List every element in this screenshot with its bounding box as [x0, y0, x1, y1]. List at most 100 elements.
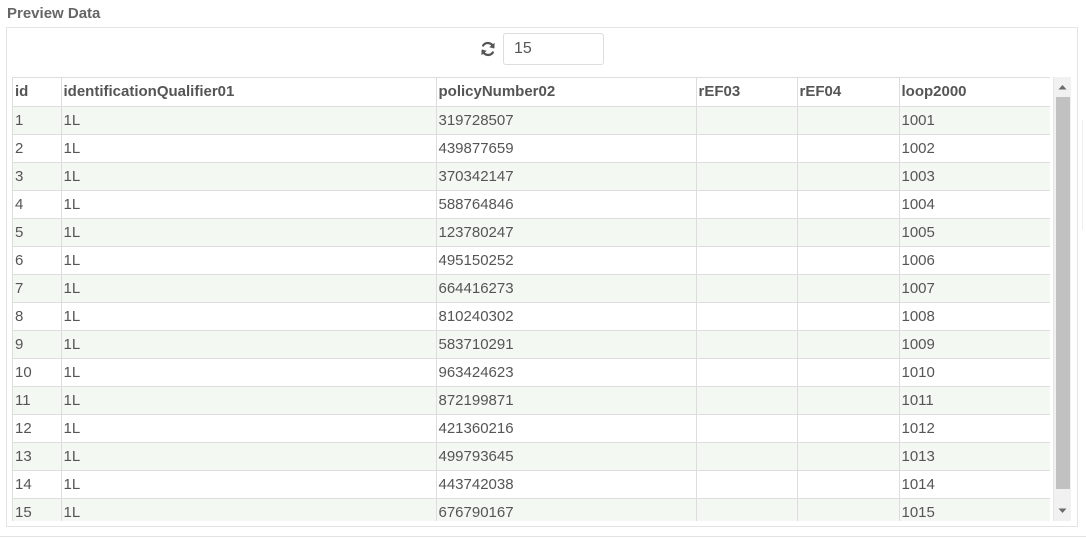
table-cell-loop2000: 1010	[899, 358, 1050, 387]
table-cell-id: 5	[13, 218, 62, 247]
table-cell-policyNumber02: 810240302	[436, 302, 697, 331]
table-row[interactable]: 4 1L 588764846 1004	[13, 190, 1050, 219]
table-cell-rEF03	[696, 442, 798, 471]
table-cell-loop2000: 1008	[899, 302, 1050, 331]
table-cell-policyNumber02: 319728507	[436, 106, 697, 135]
column-header-rEF03[interactable]: rEF03	[696, 78, 798, 107]
table-cell-identificationQualifier01: 1L	[61, 414, 437, 443]
table-cell-rEF04	[797, 274, 900, 303]
table-cell-policyNumber02: 370342147	[436, 162, 697, 191]
table-cell-rEF04	[797, 302, 900, 331]
table-cell-identificationQualifier01: 1L	[61, 330, 437, 359]
header-row: id identificationQualifier01 policyNumber0…	[13, 78, 1050, 107]
scroll-up-icon[interactable]	[1054, 79, 1071, 96]
vertical-scrollbar[interactable]	[1053, 77, 1071, 521]
table-cell-rEF03	[696, 246, 798, 275]
column-header-rEF04[interactable]: rEF04	[797, 78, 900, 107]
table-cell-id: 2	[13, 134, 62, 163]
table-cell-loop2000: 1015	[899, 498, 1050, 521]
table-cell-policyNumber02: 421360216	[436, 414, 697, 443]
table-cell-identificationQualifier01: 1L	[61, 442, 437, 471]
data-grid: id identificationQualifier01 policyNumber0…	[12, 77, 1050, 521]
table-row[interactable]: 6 1L 495150252 1006	[13, 246, 1050, 275]
table-cell-identificationQualifier01: 1L	[61, 134, 437, 163]
table-cell-identificationQualifier01: 1L	[61, 106, 437, 135]
column-header-policyNumber02[interactable]: policyNumber02	[436, 78, 697, 107]
row-limit-input[interactable]	[503, 33, 604, 65]
table-cell-identificationQualifier01: 1L	[61, 386, 437, 415]
table-row[interactable]: 5 1L 123780247 1005	[13, 218, 1050, 247]
table-cell-policyNumber02: 123780247	[436, 218, 697, 247]
table-row[interactable]: 1 1L 319728507 1001	[13, 106, 1050, 135]
column-header-identificationQualifier01[interactable]: identificationQualifier01	[61, 78, 437, 107]
table-cell-policyNumber02: 664416273	[436, 274, 697, 303]
table-cell-rEF03	[696, 218, 798, 247]
table-cell-identificationQualifier01: 1L	[61, 190, 437, 219]
table-cell-id: 14	[13, 470, 62, 499]
table-row[interactable]: 12 1L 421360216 1012	[13, 414, 1050, 443]
table-cell-policyNumber02: 963424623	[436, 358, 697, 387]
table-cell-loop2000: 1002	[899, 134, 1050, 163]
table-cell-id: 3	[13, 162, 62, 191]
refresh-icon[interactable]	[479, 40, 497, 58]
table-body: 1 1L 319728507 1001 2 1L 439877659 1002 3 1L 37034…	[13, 106, 1050, 521]
table-cell-rEF03	[696, 330, 798, 359]
column-header-id[interactable]: id	[13, 78, 62, 107]
table-cell-id: 10	[13, 358, 62, 387]
table-cell-loop2000: 1003	[899, 162, 1050, 191]
table-cell-loop2000: 1001	[899, 106, 1050, 135]
table-row[interactable]: 13 1L 499793645 1013	[13, 442, 1050, 471]
table-row[interactable]: 9 1L 583710291 1009	[13, 330, 1050, 359]
table-row[interactable]: 2 1L 439877659 1002	[13, 134, 1050, 163]
table-row[interactable]: 11 1L 872199871 1011	[13, 386, 1050, 415]
scroll-down-icon[interactable]	[1054, 502, 1071, 519]
table-cell-identificationQualifier01: 1L	[61, 246, 437, 275]
table-cell-policyNumber02: 583710291	[436, 330, 697, 359]
table-cell-policyNumber02: 439877659	[436, 134, 697, 163]
table-cell-rEF03	[696, 358, 798, 387]
table-cell-identificationQualifier01: 1L	[61, 162, 437, 191]
table-cell-rEF04	[797, 498, 900, 521]
table-cell-policyNumber02: 495150252	[436, 246, 697, 275]
table-cell-id: 11	[13, 386, 62, 415]
table-cell-policyNumber02: 872199871	[436, 386, 697, 415]
table-cell-policyNumber02: 676790167	[436, 498, 697, 521]
table-cell-loop2000: 1009	[899, 330, 1050, 359]
table-cell-rEF04	[797, 330, 900, 359]
table-cell-rEF03	[696, 162, 798, 191]
table-cell-rEF04	[797, 386, 900, 415]
table-cell-rEF04	[797, 190, 900, 219]
table-cell-identificationQualifier01: 1L	[61, 358, 437, 387]
table-cell-identificationQualifier01: 1L	[61, 218, 437, 247]
window-edge	[1082, 120, 1086, 230]
table-cell-loop2000: 1014	[899, 470, 1050, 499]
table-cell-id: 6	[13, 246, 62, 275]
column-header-loop2000[interactable]: loop2000	[899, 78, 1050, 107]
table-cell-rEF03	[696, 386, 798, 415]
table-row[interactable]: 15 1L 676790167 1015	[13, 498, 1050, 521]
table-cell-rEF04	[797, 414, 900, 443]
table-cell-id: 13	[13, 442, 62, 471]
table-cell-rEF03	[696, 274, 798, 303]
table-cell-id: 7	[13, 274, 62, 303]
table-cell-policyNumber02: 443742038	[436, 470, 697, 499]
table-cell-policyNumber02: 588764846	[436, 190, 697, 219]
table-cell-rEF04	[797, 162, 900, 191]
scroll-thumb[interactable]	[1056, 97, 1070, 489]
table-cell-rEF03	[696, 302, 798, 331]
table-row[interactable]: 7 1L 664416273 1007	[13, 274, 1050, 303]
table-cell-id: 8	[13, 302, 62, 331]
table-cell-identificationQualifier01: 1L	[61, 470, 437, 499]
table-cell-id: 1	[13, 106, 62, 135]
table-cell-loop2000: 1007	[899, 274, 1050, 303]
preview-table: id identificationQualifier01 policyNumber0…	[13, 78, 1050, 521]
table-row[interactable]: 8 1L 810240302 1008	[13, 302, 1050, 331]
table-cell-loop2000: 1006	[899, 246, 1050, 275]
table-row[interactable]: 14 1L 443742038 1014	[13, 470, 1050, 499]
table-cell-loop2000: 1004	[899, 190, 1050, 219]
table-cell-rEF03	[696, 470, 798, 499]
table-cell-loop2000: 1005	[899, 218, 1050, 247]
table-cell-rEF03	[696, 414, 798, 443]
table-row[interactable]: 10 1L 963424623 1010	[13, 358, 1050, 387]
table-row[interactable]: 3 1L 370342147 1003	[13, 162, 1050, 191]
